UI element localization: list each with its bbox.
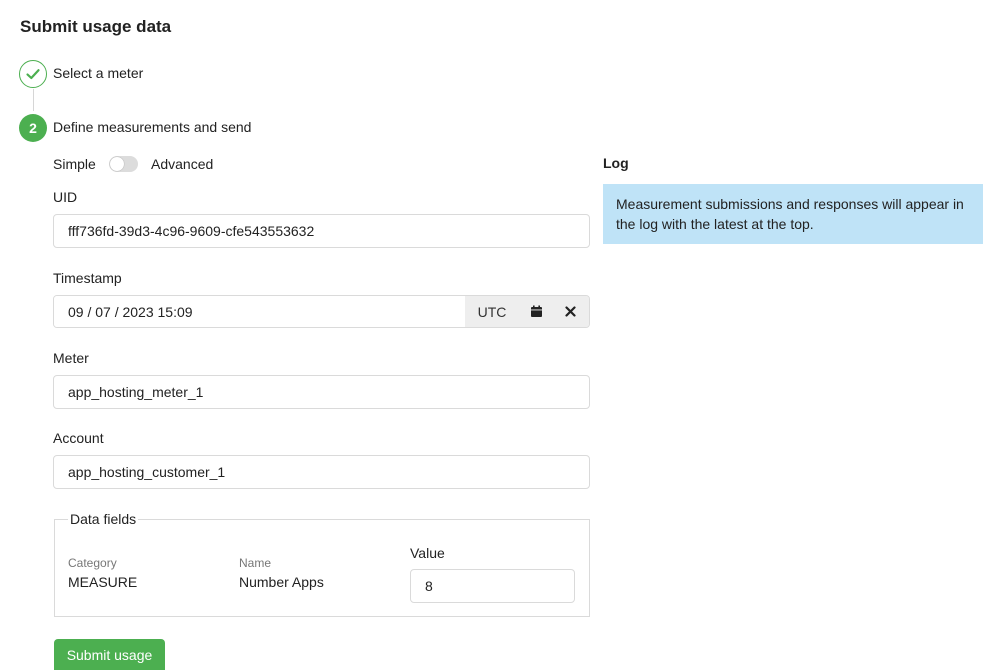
page-title: Submit usage data [20, 17, 172, 36]
mode-simple-label: Simple [53, 156, 96, 172]
category-label: Category [68, 556, 117, 570]
category-value: MEASURE [68, 574, 138, 590]
value-label: Value [410, 545, 445, 561]
timezone-label: UTC [477, 303, 507, 320]
step-complete-indicator [19, 60, 47, 88]
data-fields-legend: Data fields [68, 511, 139, 527]
mode-advanced-label: Advanced [151, 156, 214, 172]
step-connector [33, 89, 34, 111]
account-input[interactable] [53, 455, 590, 489]
account-label: Account [53, 430, 104, 446]
step-define-measurements: Define measurements and send [53, 119, 252, 135]
submit-usage-button[interactable]: Submit usage [54, 639, 165, 670]
value-input[interactable] [410, 569, 575, 603]
uid-label: UID [53, 189, 78, 205]
name-value: Number Apps [239, 574, 324, 590]
calendar-icon[interactable] [519, 296, 553, 327]
clear-icon[interactable] [553, 296, 587, 327]
timestamp-input[interactable]: 09 / 07 / 2023 15:09 [54, 296, 465, 327]
log-info-message: Measurement submissions and responses wi… [603, 184, 983, 244]
uid-input[interactable] [53, 214, 590, 248]
timestamp-label: Timestamp [53, 270, 122, 286]
meter-label: Meter [53, 350, 89, 366]
check-icon [26, 69, 40, 80]
timestamp-addon: UTC [465, 296, 589, 327]
step-select-meter[interactable]: Select a meter [53, 65, 143, 81]
name-label: Name [239, 556, 272, 570]
timestamp-field: 09 / 07 / 2023 15:09 UTC [53, 295, 590, 328]
step-number-badge: 2 [19, 114, 47, 142]
meter-input[interactable] [53, 375, 590, 409]
mode-toggle[interactable] [109, 156, 138, 172]
log-title: Log [603, 155, 629, 171]
toggle-knob [110, 157, 124, 171]
